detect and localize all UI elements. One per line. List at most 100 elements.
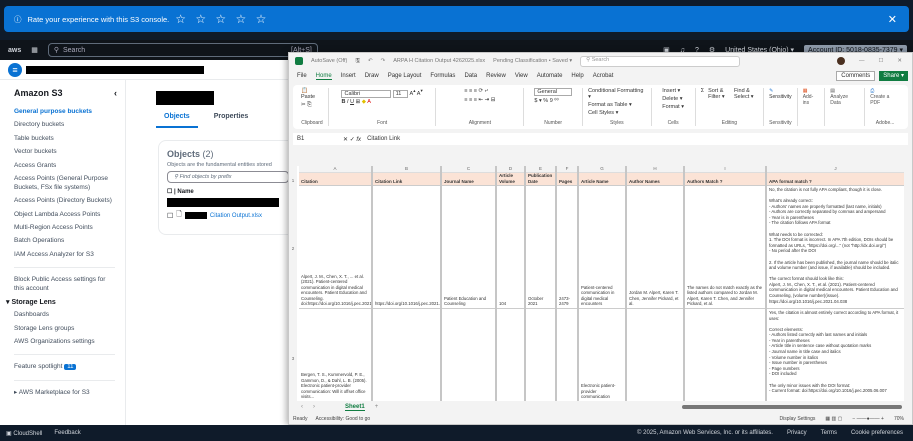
sidebar-item[interactable]: Object Lambda Access Points xyxy=(14,211,125,219)
table-cell[interactable]: Bergen, T. S., Kummervold, P. E., Gammon… xyxy=(299,309,371,401)
terms-link[interactable]: Terms xyxy=(821,430,837,436)
accessibility-status[interactable]: Accessibility: Good to go xyxy=(315,416,370,422)
table-cell[interactable]: The names do not match exactly as the li… xyxy=(685,186,765,309)
services-grid-icon[interactable]: ▦ xyxy=(31,46,38,54)
menu-icon[interactable]: ≡ xyxy=(8,62,22,77)
formula-input[interactable]: Citation Link xyxy=(367,136,400,142)
collapse-icon[interactable]: ‹ xyxy=(114,88,117,98)
table-cell[interactable] xyxy=(497,309,524,401)
header-cell[interactable]: Citation Link xyxy=(373,173,440,186)
table-cell[interactable] xyxy=(557,309,577,401)
avatar[interactable] xyxy=(836,57,845,65)
table-cell[interactable] xyxy=(373,309,440,401)
aws-logo[interactable]: aws xyxy=(8,47,21,54)
header-cell[interactable]: Author Names xyxy=(627,173,683,186)
header-cell[interactable]: APA format match ? xyxy=(767,173,904,186)
row-number[interactable]: 2 xyxy=(289,246,297,251)
tab-properties[interactable]: Properties xyxy=(214,113,249,128)
column-header[interactable]: H xyxy=(627,166,683,173)
font-size-select[interactable]: 11 xyxy=(392,89,409,98)
tab-automate[interactable]: Automate xyxy=(537,73,563,79)
column-header[interactable]: C xyxy=(442,166,495,173)
sheet-tab[interactable]: Sheet1 xyxy=(345,404,365,411)
column-header[interactable]: J xyxy=(767,166,904,173)
excel-search-input[interactable]: ⚲ Search xyxy=(580,55,741,67)
cut-icon[interactable]: ✂ ⎘ xyxy=(301,102,312,109)
table-cell[interactable]: No, the citation is not fully APA compli… xyxy=(767,186,904,309)
save-icon[interactable]: 🖫 xyxy=(355,57,360,66)
undo-icon[interactable]: ↶ xyxy=(368,58,373,64)
table-cell[interactable]: Electronic patient-provider communicatio… xyxy=(579,309,625,401)
sidebar-item[interactable]: General purpose buckets xyxy=(14,108,125,116)
sidebar-item[interactable]: Directory buckets xyxy=(14,121,125,129)
next-sheet-icon[interactable]: › xyxy=(313,404,315,410)
tab-objects[interactable]: Objects xyxy=(156,113,198,128)
table-cell[interactable] xyxy=(685,309,765,401)
tab-review[interactable]: Review xyxy=(486,73,506,79)
sidebar-item[interactable]: AWS Organizations settings xyxy=(14,338,125,346)
number-format-select[interactable]: General xyxy=(534,88,572,96)
row-number[interactable]: 3 xyxy=(289,356,297,361)
header-cell[interactable]: Article Volume xyxy=(497,173,524,186)
column-header[interactable]: A xyxy=(299,166,371,173)
number-buttons[interactable]: $ ▾ % 9 ⁰⁰ xyxy=(534,98,558,104)
table-cell[interactable]: Patient-centered communication in digita… xyxy=(579,186,625,309)
tab-formulas[interactable]: Formulas xyxy=(430,73,455,79)
create-pdf-button[interactable]: ⎙ Create a PDF xyxy=(870,88,900,106)
table-cell[interactable]: October 2021 xyxy=(526,186,555,309)
header-cell[interactable]: Journal Name xyxy=(442,173,495,186)
header-cell[interactable]: Pages xyxy=(557,173,577,186)
sidebar-item[interactable]: Batch Operations xyxy=(14,237,125,245)
privacy-link[interactable]: Privacy xyxy=(787,430,807,436)
sidebar-item[interactable]: Multi-Region Access Points xyxy=(14,224,125,232)
font-name-select[interactable]: Calibri xyxy=(341,89,392,98)
table-cell[interactable] xyxy=(442,309,495,401)
font-format-buttons[interactable]: B I U ⊞ ◆ A xyxy=(341,99,370,105)
table-cell[interactable]: https://doi.org/10.1016/j.pec.2021.04.03… xyxy=(373,186,440,309)
close-window-icon[interactable]: ✕ xyxy=(897,58,902,64)
cell-styles-button[interactable]: Cell Styles ▾ xyxy=(588,110,618,116)
rating-stars[interactable]: ☆ ☆ ☆ ☆ ☆ xyxy=(175,12,269,26)
close-icon[interactable]: ✕ xyxy=(888,13,897,26)
format-cells-button[interactable]: Format ▾ xyxy=(662,104,684,110)
sidebar-item[interactable]: Storage Lens groups xyxy=(14,325,125,333)
classification-label[interactable]: Pending Classification • Saved ▾ xyxy=(493,58,572,64)
feedback-link[interactable]: Feedback xyxy=(54,430,80,436)
row-headers[interactable]: 1 2 3 xyxy=(289,166,297,401)
format-as-table-button[interactable]: Format as Table ▾ xyxy=(588,102,632,108)
column-header[interactable]: I xyxy=(685,166,765,173)
file-link[interactable]: Citation Output.xlsx xyxy=(210,213,262,219)
table-cell[interactable]: Jordan M. Alpert, Karen T. Chen, Jennife… xyxy=(627,186,683,309)
display-settings-button[interactable]: Display Settings xyxy=(780,416,816,422)
share-button[interactable]: Share ▾ xyxy=(879,71,908,81)
table-cell[interactable]: 104 xyxy=(497,186,524,309)
table-cell[interactable]: Alpert, J. M., Chen, X. T., ... et al. (… xyxy=(299,186,371,309)
find-objects-input[interactable]: ⚲ Find objects by prefix xyxy=(167,171,289,183)
name-box[interactable]: B1 xyxy=(297,136,337,142)
header-cell[interactable]: Publication Date xyxy=(526,173,555,186)
sidebar-item[interactable]: IAM Access Analyzer for S3 xyxy=(14,251,125,259)
insert-cells-button[interactable]: Insert ▾ xyxy=(662,88,680,94)
find-select-button[interactable]: Find & Select ▾ xyxy=(734,88,758,100)
tab-acrobat[interactable]: Acrobat xyxy=(593,73,614,79)
sidebar-item[interactable]: Dashboards xyxy=(14,311,125,319)
comments-button[interactable]: Comments xyxy=(836,71,876,81)
cloudshell-button[interactable]: ▣ CloudShell xyxy=(6,430,42,437)
column-header[interactable]: B xyxy=(373,166,440,173)
sort-filter-button[interactable]: Sort & Filter ▾ xyxy=(708,88,730,100)
sidebar-item[interactable]: Table buckets xyxy=(14,135,125,143)
table-cell[interactable] xyxy=(627,309,683,401)
table-cell[interactable]: Patient Education and Counseling xyxy=(442,186,495,309)
tab-home[interactable]: Home xyxy=(315,73,332,80)
prev-sheet-icon[interactable]: ‹ xyxy=(301,404,303,410)
add-sheet-icon[interactable]: + xyxy=(375,404,379,410)
analyze-data-button[interactable]: ▤ Analyze Data xyxy=(830,88,859,106)
feature-spotlight[interactable]: Feature spotlight 11 xyxy=(14,363,125,372)
tab-file[interactable]: File xyxy=(297,73,307,79)
zoom-slider[interactable]: − ——●—— + xyxy=(852,416,884,422)
tab-data[interactable]: Data xyxy=(464,73,477,79)
view-icons[interactable]: ▦ ▥ ▢ xyxy=(825,416,842,422)
conditional-formatting-button[interactable]: Conditional Formatting ▾ xyxy=(588,88,645,100)
maximize-icon[interactable]: ☐ xyxy=(878,58,883,64)
search-input[interactable]: ⚲ Search [Alt+S] xyxy=(47,43,318,57)
